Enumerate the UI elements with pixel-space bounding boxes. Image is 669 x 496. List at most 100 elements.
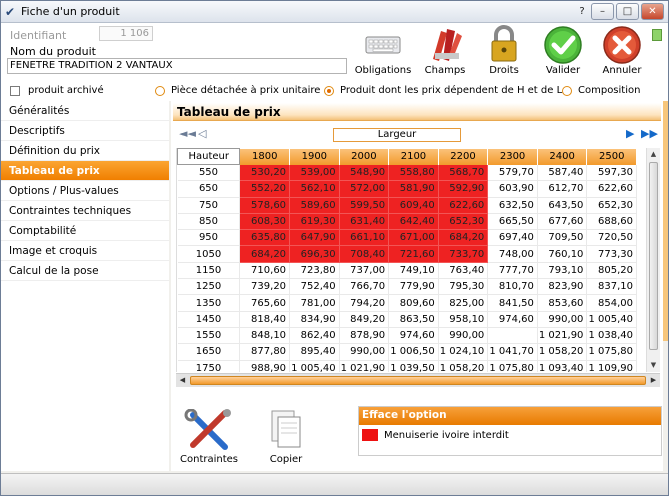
price-cell[interactable]: 609,40 (388, 197, 439, 214)
price-cell[interactable]: 763,40 (438, 262, 489, 280)
sidebar-item-definition-prix[interactable]: Définition du prix (1, 141, 169, 161)
sidebar-item-tableau-prix[interactable]: Tableau de prix (1, 161, 169, 181)
price-cell[interactable]: 671,00 (388, 229, 439, 247)
help-button[interactable]: ? (575, 3, 589, 20)
scroll-right-icon[interactable]: ▶ (647, 374, 660, 387)
price-cell[interactable]: 696,30 (289, 245, 340, 263)
valider-button[interactable]: Valider (533, 25, 593, 76)
price-cell[interactable]: 809,60 (388, 294, 439, 312)
price-cell[interactable]: 665,50 (487, 213, 538, 231)
price-cell[interactable]: 647,90 (289, 229, 340, 247)
price-cell[interactable]: 823,90 (537, 278, 588, 296)
price-cell[interactable]: 895,40 (289, 343, 340, 361)
price-cell[interactable]: 688,60 (586, 213, 637, 231)
price-cell[interactable]: 849,20 (339, 311, 390, 328)
price-cell[interactable]: 765,60 (239, 294, 291, 312)
price-cell[interactable]: 708,40 (339, 245, 390, 263)
composition-radio[interactable] (562, 86, 572, 96)
price-cell[interactable]: 825,00 (438, 294, 489, 312)
horizontal-scrollbar[interactable]: ◀ ▶ (176, 373, 660, 387)
price-cell[interactable]: 589,60 (289, 197, 340, 214)
price-cell[interactable]: 572,00 (339, 180, 390, 198)
scroll-thumb[interactable] (649, 162, 658, 350)
hscroll-thumb[interactable] (190, 376, 646, 385)
price-cell[interactable]: 834,90 (289, 311, 340, 328)
scroll-up-icon[interactable]: ▲ (647, 148, 660, 161)
price-cell[interactable]: 643,50 (537, 197, 588, 214)
price-cell[interactable]: 619,30 (289, 213, 340, 231)
price-cell[interactable]: 739,20 (239, 278, 291, 296)
prev-page-icon[interactable]: ◁ (198, 127, 206, 140)
champs-button[interactable]: Champs (415, 25, 475, 76)
produit-hl-radio[interactable] (324, 86, 334, 96)
price-cell[interactable]: 1 006,50 (388, 343, 439, 361)
price-cell[interactable]: 779,90 (388, 278, 439, 296)
price-cell[interactable]: 877,80 (239, 343, 291, 361)
price-cell[interactable]: 862,40 (289, 327, 340, 345)
price-cell[interactable]: 635,80 (239, 229, 291, 247)
price-cell[interactable]: 1 038,40 (586, 327, 637, 345)
price-cell[interactable]: 632,50 (487, 197, 538, 214)
price-cell[interactable]: 677,60 (537, 213, 588, 231)
contraintes-button[interactable]: Contraintes (179, 408, 239, 465)
price-cell[interactable] (487, 327, 538, 345)
price-cell[interactable]: 599,50 (339, 197, 390, 214)
price-cell[interactable]: 603,90 (487, 180, 538, 198)
scroll-down-icon[interactable]: ▼ (647, 359, 660, 372)
sidebar-item-options[interactable]: Options / Plus-values (1, 181, 169, 201)
price-cell[interactable]: 579,70 (487, 164, 538, 182)
price-cell[interactable]: 697,40 (487, 229, 538, 247)
price-cell[interactable]: 752,40 (289, 278, 340, 296)
price-cell[interactable]: 684,20 (438, 229, 489, 247)
price-cell[interactable]: 622,60 (586, 180, 637, 198)
price-cell[interactable]: 539,00 (289, 164, 340, 182)
price-cell[interactable]: 597,30 (586, 164, 637, 182)
price-cell[interactable]: 684,20 (239, 245, 291, 263)
last-page-icon[interactable]: ▶▶ (641, 127, 658, 140)
price-cell[interactable]: 853,60 (537, 294, 588, 312)
price-cell[interactable]: 710,60 (239, 262, 291, 280)
price-cell[interactable]: 990,00 (537, 311, 588, 328)
next-page-icon[interactable]: ▶ (626, 127, 634, 140)
price-cell[interactable]: 818,40 (239, 311, 291, 328)
scroll-left-icon[interactable]: ◀ (176, 374, 189, 387)
price-cell[interactable]: 608,30 (239, 213, 291, 231)
price-cell[interactable]: 1 109,90 (586, 360, 637, 372)
product-name-input[interactable]: FENETRE TRADITION 2 VANTAUX (7, 58, 347, 74)
price-cell[interactable]: 848,10 (239, 327, 291, 345)
price-cell[interactable]: 737,00 (339, 262, 390, 280)
price-cell[interactable]: 1 021,90 (537, 327, 588, 345)
price-cell[interactable]: 760,10 (537, 245, 588, 263)
price-cell[interactable]: 581,90 (388, 180, 439, 198)
price-cell[interactable]: 990,00 (339, 343, 390, 361)
price-cell[interactable]: 1 075,80 (586, 343, 637, 361)
price-cell[interactable]: 642,40 (388, 213, 439, 231)
droits-button[interactable]: Droits (474, 25, 534, 76)
price-cell[interactable]: 837,10 (586, 278, 637, 296)
price-cell[interactable]: 777,70 (487, 262, 538, 280)
price-cell[interactable]: 733,70 (438, 245, 489, 263)
maximize-button[interactable]: □ (616, 3, 639, 20)
price-cell[interactable]: 1 093,40 (537, 360, 588, 372)
sidebar-item-image[interactable]: Image et croquis (1, 241, 169, 261)
price-cell[interactable]: 773,30 (586, 245, 637, 263)
price-cell[interactable]: 721,60 (388, 245, 439, 263)
price-cell[interactable]: 841,50 (487, 294, 538, 312)
price-cell[interactable]: 578,60 (239, 197, 291, 214)
price-cell[interactable]: 805,20 (586, 262, 637, 280)
archive-checkbox[interactable] (10, 86, 20, 96)
price-cell[interactable]: 988,90 (239, 360, 291, 372)
first-page-icon[interactable]: ◄◄ (179, 127, 196, 140)
price-cell[interactable]: 723,80 (289, 262, 340, 280)
price-cell[interactable]: 720,50 (586, 229, 637, 247)
price-cell[interactable]: 863,50 (388, 311, 439, 328)
price-cell[interactable]: 1 024,10 (438, 343, 489, 361)
sidebar-item-comptabilite[interactable]: Comptabilité (1, 221, 169, 241)
price-cell[interactable]: 548,90 (339, 164, 390, 182)
minimize-button[interactable]: – (591, 3, 614, 20)
price-cell[interactable]: 1 021,90 (339, 360, 390, 372)
close-button[interactable]: ✕ (641, 3, 664, 20)
price-cell[interactable]: 1 005,40 (586, 311, 637, 328)
sidebar-item-descriptifs[interactable]: Descriptifs (1, 121, 169, 141)
price-cell[interactable]: 1 075,80 (487, 360, 538, 372)
